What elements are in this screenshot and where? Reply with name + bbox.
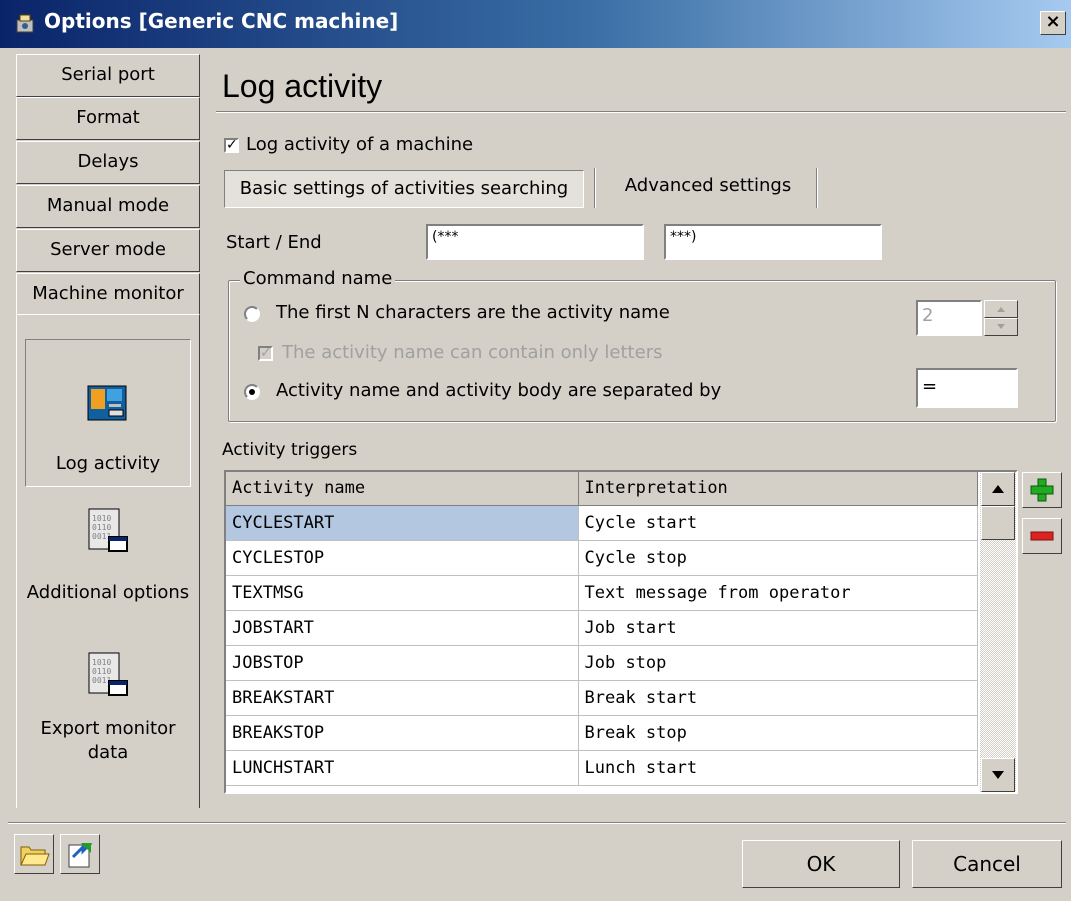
first-n-chars-label: The first N characters are the activity …	[276, 302, 670, 323]
activity-name-cell[interactable]: BREAKSTART	[226, 680, 579, 716]
end-delimiter-input[interactable]: ***)	[664, 224, 882, 260]
interpretation-cell[interactable]: Lunch start	[578, 750, 978, 786]
interpretation-cell[interactable]: Cycle start	[578, 505, 978, 541]
activity-name-cell[interactable]: JOBSTART	[226, 610, 579, 646]
plus-icon	[1030, 478, 1054, 502]
activity-name-cell[interactable]: LUNCHSTART	[226, 750, 579, 786]
table-row[interactable]: TEXTMSG Text message from operator	[226, 575, 978, 611]
table-row[interactable]: BREAKSTART Break start	[226, 680, 978, 716]
ok-button[interactable]: OK	[742, 840, 900, 888]
activity-name-cell[interactable]: BREAKSTOP	[226, 715, 579, 751]
start-end-label: Start / End	[226, 232, 322, 253]
scroll-thumb[interactable]	[981, 506, 1015, 540]
table-row[interactable]: CYCLESTART Cycle start	[226, 505, 978, 541]
nav-item-label: Additional options	[26, 582, 190, 603]
svg-text:1010: 1010	[92, 658, 111, 667]
interpretation-cell[interactable]: Break stop	[578, 715, 978, 751]
separator-label: Activity name and activity body are sepa…	[276, 380, 722, 401]
separator-radio[interactable]	[244, 384, 260, 400]
svg-text:0110: 0110	[92, 667, 111, 676]
app-icon	[16, 14, 34, 33]
table-scrollbar[interactable]	[980, 472, 1016, 792]
tab-basic-settings[interactable]: Basic settings of activities searching	[224, 170, 584, 208]
minus-icon	[1030, 531, 1054, 541]
table-row[interactable]: JOBSTART Job start	[226, 610, 978, 646]
activity-name-cell[interactable]: TEXTMSG	[226, 575, 579, 611]
n-chars-spinner-input[interactable]: 2	[916, 300, 982, 336]
import-arrow-icon	[68, 843, 93, 868]
interpretation-cell[interactable]: Text message from operator	[578, 575, 978, 611]
nav-serial-port[interactable]: Serial port	[16, 54, 200, 97]
window-title: Options [Generic CNC machine]	[44, 9, 399, 33]
svg-text:1010: 1010	[92, 514, 111, 523]
tab-separator	[816, 168, 818, 208]
activity-name-cell[interactable]: CYCLESTOP	[226, 540, 579, 576]
open-file-button[interactable]	[14, 834, 54, 874]
log-activity-icon	[87, 385, 127, 421]
nav-item-label: Export monitor data	[40, 718, 176, 763]
folder-open-icon	[20, 846, 50, 866]
letters-only-checkbox[interactable]: ✓	[258, 346, 273, 361]
title-bar[interactable]: Options [Generic CNC machine] ×	[0, 0, 1071, 48]
activity-name-cell[interactable]: CYCLESTART	[226, 505, 579, 541]
log-activity-checkbox-label: Log activity of a machine	[246, 134, 474, 155]
interpretation-cell[interactable]: Cycle stop	[578, 540, 978, 576]
nav-format[interactable]: Format	[16, 97, 200, 140]
table-row[interactable]: CYCLESTOP Cycle stop	[226, 540, 978, 576]
start-delimiter-input[interactable]: (***	[426, 224, 644, 260]
column-header-activity-name[interactable]: Activity name	[226, 472, 579, 506]
tab-separator	[594, 168, 596, 208]
cancel-button[interactable]: Cancel	[912, 840, 1062, 888]
remove-trigger-button[interactable]	[1022, 518, 1062, 554]
binary-document-icon: 1010 0110 0011	[88, 508, 128, 552]
log-activity-checkbox[interactable]: ✓	[224, 138, 239, 153]
interpretation-cell[interactable]: Break start	[578, 680, 978, 716]
footer-divider	[8, 822, 1066, 824]
n-chars-spinner[interactable]	[984, 300, 1018, 336]
nav-item-additional-options[interactable]: 1010 0110 0011 Additional options	[25, 501, 191, 621]
first-n-chars-radio[interactable]	[244, 306, 260, 322]
close-button[interactable]: ×	[1040, 11, 1066, 35]
import-button[interactable]	[60, 834, 100, 874]
nav-delays[interactable]: Delays	[16, 141, 200, 184]
nav-manual-mode[interactable]: Manual mode	[16, 185, 200, 228]
add-trigger-button[interactable]	[1022, 472, 1062, 508]
nav-panel: Log activity 1010 0110 0011 Additional o…	[16, 314, 200, 808]
table-row[interactable]: LUNCHSTART Lunch start	[226, 750, 978, 786]
activity-triggers-table[interactable]: Activity name Interpretation CYCLESTART C…	[224, 470, 1018, 794]
activity-triggers-label: Activity triggers	[222, 440, 358, 460]
scroll-down-button[interactable]	[981, 758, 1015, 792]
tab-advanced-settings[interactable]: Advanced settings	[604, 168, 812, 206]
column-header-interpretation[interactable]: Interpretation	[578, 472, 978, 506]
interpretation-cell[interactable]: Job start	[578, 610, 978, 646]
divider	[216, 111, 1066, 113]
nav-machine-monitor[interactable]: Machine monitor	[16, 273, 200, 316]
arrow-up-icon	[992, 485, 1004, 493]
table-row[interactable]: JOBSTOP Job stop	[226, 645, 978, 681]
svg-text:0110: 0110	[92, 523, 111, 532]
page-title: Log activity	[222, 68, 383, 104]
table-row[interactable]: BREAKSTOP Break stop	[226, 715, 978, 751]
options-dialog: Options [Generic CNC machine] × Serial p…	[0, 0, 1071, 901]
nav-item-export-monitor-data[interactable]: 1010 0110 0011 Export monitor data	[25, 645, 191, 795]
nav-item-label: Log activity	[55, 453, 161, 474]
arrow-down-icon	[992, 771, 1004, 779]
binary-document-icon: 1010 0110 0011	[88, 652, 128, 696]
nav-server-mode[interactable]: Server mode	[16, 229, 200, 272]
chevron-up-icon	[997, 307, 1005, 312]
spinner-down-button[interactable]	[984, 318, 1018, 336]
interpretation-cell[interactable]: Job stop	[578, 645, 978, 681]
chevron-down-icon	[997, 324, 1005, 329]
letters-only-label: The activity name can contain only lette…	[282, 342, 663, 363]
activity-name-cell[interactable]: JOBSTOP	[226, 645, 579, 681]
table-header-row: Activity name Interpretation	[226, 472, 978, 506]
command-name-group-title: Command name	[240, 268, 396, 289]
scroll-up-button[interactable]	[981, 472, 1015, 506]
close-icon: ×	[1045, 11, 1061, 32]
spinner-up-button[interactable]	[984, 300, 1018, 318]
nav-item-log-activity[interactable]: Log activity	[25, 339, 191, 487]
separator-input[interactable]: =	[916, 368, 1018, 408]
